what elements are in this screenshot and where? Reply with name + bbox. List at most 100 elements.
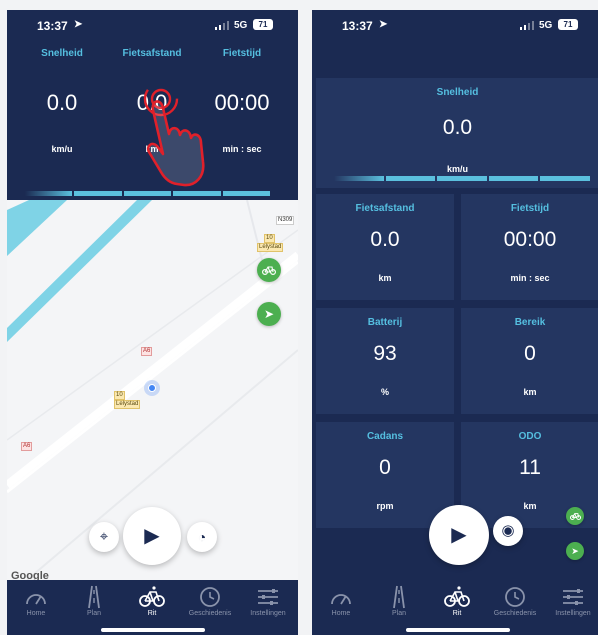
nav-geschiedenis-label: Geschiedenis bbox=[188, 610, 232, 617]
nav-geschiedenis-label: Geschiedenis bbox=[493, 610, 537, 617]
nav-item-instellingen[interactable]: Instellingen bbox=[239, 584, 297, 617]
nav-plan-label: Plan bbox=[86, 610, 101, 617]
speed-unit: km/u bbox=[446, 164, 468, 174]
bike-mode-button[interactable] bbox=[257, 258, 281, 282]
card-label: Fietstijd bbox=[510, 203, 550, 214]
metric-time-label: Fietstijd bbox=[222, 48, 262, 59]
card-value: 11 bbox=[519, 456, 541, 479]
card-label: Cadans bbox=[366, 431, 404, 442]
road-shield-lelystad-lower: Lelystad bbox=[114, 400, 141, 409]
bicycle-icon bbox=[569, 513, 581, 520]
card-value: 0 bbox=[524, 342, 536, 365]
card-value: 93 bbox=[373, 342, 397, 365]
navigate-button[interactable]: ➤ bbox=[257, 302, 281, 326]
nav-item-home[interactable]: Home bbox=[7, 584, 65, 617]
nav-plan-label: Plan bbox=[391, 610, 406, 617]
nav-item-geschiedenis[interactable]: Geschiedenis bbox=[486, 584, 544, 617]
bottom-navigation: Home Plan Rit Geschiedenis Instellingen bbox=[7, 580, 298, 635]
card-label: ODO bbox=[518, 431, 542, 442]
nav-item-geschiedenis[interactable]: Geschiedenis bbox=[181, 584, 239, 617]
network-type: 5G bbox=[539, 20, 553, 31]
status-time: 13:37 bbox=[342, 19, 373, 33]
metric-speed-label: Snelheid bbox=[41, 48, 83, 59]
tap-hand-icon bbox=[143, 82, 205, 187]
signal-icon bbox=[215, 21, 229, 30]
card-batterij[interactable]: Batterij 93 % bbox=[316, 308, 454, 414]
metric-speed-value: 0.0 bbox=[46, 90, 78, 115]
play-icon: ▶ bbox=[144, 525, 160, 547]
recenter-button[interactable]: ⌖ bbox=[89, 522, 119, 552]
card-fietstijd[interactable]: Fietstijd 00:00 min : sec bbox=[461, 194, 598, 300]
road-shield-10: 10 bbox=[264, 234, 275, 243]
status-bar: 13:37 ➤ 5G 71 bbox=[7, 10, 298, 38]
navigate-button[interactable]: ➤ bbox=[566, 542, 584, 560]
speedometer-icon: ◔ bbox=[197, 529, 207, 545]
sliders-icon bbox=[563, 589, 583, 605]
card-value: 0 bbox=[379, 456, 391, 479]
nav-instellingen-label: Instellingen bbox=[555, 610, 591, 617]
status-bar: 13:37 ➤ 5G 71 bbox=[312, 10, 598, 38]
card-value: 00:00 bbox=[503, 228, 557, 251]
bicycle-icon bbox=[444, 586, 470, 607]
nav-item-plan[interactable]: Plan bbox=[370, 584, 428, 617]
nav-home-label: Home bbox=[331, 610, 351, 617]
dashboard-view-button[interactable]: ◔ bbox=[187, 522, 217, 552]
map-view-button[interactable]: ◉ bbox=[493, 516, 523, 546]
bicycle-icon bbox=[139, 586, 165, 607]
phone-screen-ride-map: 13:37 ➤ 5G 71 Snelheid Fietsafstand Fiet… bbox=[7, 10, 298, 635]
network-type: 5G bbox=[234, 20, 248, 31]
sliders-icon bbox=[258, 589, 278, 605]
card-unit: rpm bbox=[376, 501, 394, 511]
card-label: Fietsafstand bbox=[355, 203, 415, 214]
metric-distance-label: Fietsafstand bbox=[122, 48, 182, 59]
battery-indicator: 71 bbox=[558, 19, 578, 30]
road-shield-n309: N309 bbox=[276, 216, 295, 225]
speed-gauge-bar bbox=[334, 176, 590, 181]
location-arrow-icon: ➤ bbox=[379, 19, 388, 30]
nav-item-plan[interactable]: Plan bbox=[65, 584, 123, 617]
battery-indicator: 71 bbox=[253, 19, 273, 30]
bicycle-icon bbox=[261, 266, 277, 276]
speed-value: 0.0 bbox=[442, 116, 473, 139]
nav-home-label: Home bbox=[26, 610, 46, 617]
road-shield-10-lower: 10 bbox=[114, 391, 125, 400]
start-ride-button[interactable]: ▶ bbox=[429, 505, 489, 565]
card-bereik[interactable]: Bereik 0 km bbox=[461, 308, 598, 414]
map-pin-icon: ◉ bbox=[501, 522, 515, 539]
speedometer-icon bbox=[26, 594, 46, 605]
road-icon bbox=[88, 585, 100, 609]
location-arrow-icon: ➤ bbox=[74, 19, 83, 30]
card-label: Bereik bbox=[514, 317, 546, 328]
card-unit: km bbox=[378, 273, 392, 283]
nav-item-home[interactable]: Home bbox=[312, 584, 370, 617]
card-label: Batterij bbox=[367, 317, 403, 328]
nav-rit-label: Rit bbox=[452, 610, 462, 617]
navigation-arrow-icon: ➤ bbox=[571, 546, 579, 556]
current-location-dot bbox=[148, 384, 156, 392]
crosshair-icon: ⌖ bbox=[99, 528, 109, 545]
home-indicator bbox=[101, 628, 205, 632]
start-ride-button[interactable]: ▶ bbox=[123, 507, 181, 565]
card-cadans[interactable]: Cadans 0 rpm bbox=[316, 422, 454, 528]
nav-item-instellingen[interactable]: Instellingen bbox=[544, 584, 598, 617]
signal-icon bbox=[520, 21, 534, 30]
bottom-navigation: Home Plan Rit Geschiedenis Instellingen bbox=[312, 580, 598, 635]
nav-item-rit[interactable]: Rit bbox=[123, 584, 181, 617]
metric-speed-unit: km/u bbox=[51, 144, 73, 154]
speed-card[interactable]: Snelheid 0.0 km/u bbox=[316, 78, 598, 188]
history-icon bbox=[505, 587, 525, 607]
card-unit: km bbox=[523, 387, 537, 397]
nav-rit-label: Rit bbox=[147, 610, 157, 617]
road-shield-a6: A6 bbox=[141, 347, 153, 356]
phone-screen-ride-dashboard: 13:37 ➤ 5G 71 Snelheid 0.0 km/u Fietsafs… bbox=[312, 10, 598, 635]
home-indicator bbox=[406, 628, 510, 632]
nav-item-rit[interactable]: Rit bbox=[428, 584, 486, 617]
card-fietsafstand[interactable]: Fietsafstand 0.0 km bbox=[316, 194, 454, 300]
nav-instellingen-label: Instellingen bbox=[250, 610, 286, 617]
card-unit: % bbox=[380, 387, 389, 397]
history-icon bbox=[200, 587, 220, 607]
bike-mode-button[interactable] bbox=[566, 507, 584, 525]
road-shield-lelystad: Lelystad bbox=[257, 243, 284, 252]
road-shield-a6-lower: A6 bbox=[21, 442, 33, 451]
road-icon bbox=[393, 585, 405, 609]
